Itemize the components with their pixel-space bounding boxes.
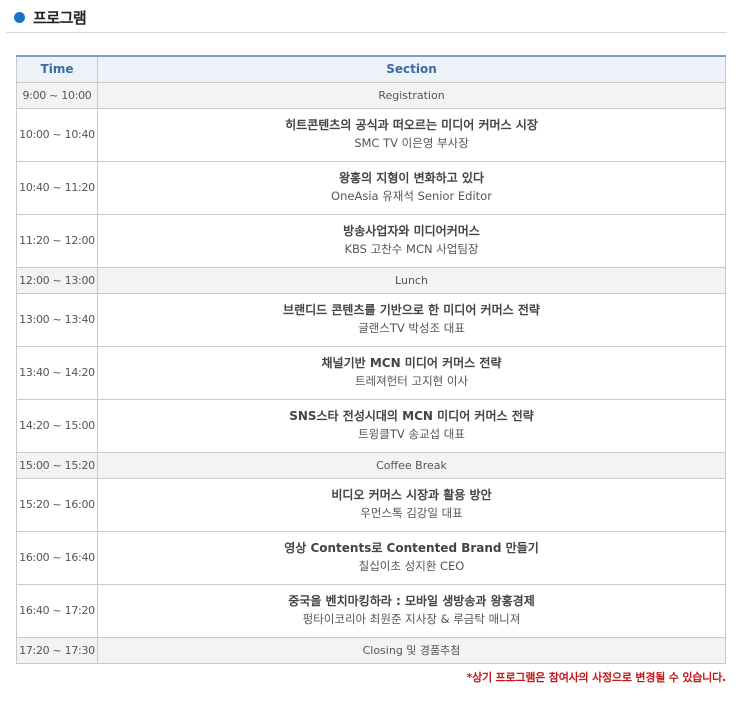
break-label: Registration (97, 81, 726, 109)
section-column-header: Section (97, 55, 726, 83)
session-title: 히트콘텐츠의 공식과 떠오르는 미디어 커머스 시장 (285, 118, 538, 132)
break-label: Coffee Break (97, 451, 726, 479)
program-body: 9:00 ~ 10:00 Registration 10:00 ~ 10:40 히트콘… (16, 81, 726, 664)
break-label: Lunch (97, 266, 726, 294)
session-cell: 히트콘텐츠의 공식과 떠오르는 미디어 커머스 시장 SMC TV 이은영 부사장 (97, 107, 726, 162)
session-title: 채널기반 MCN 미디어 커머스 전략 (321, 356, 502, 370)
session-speaker: KBS 고찬수 MCN 사업팀장 (344, 242, 479, 256)
time-cell: 10:00 ~ 10:40 (16, 107, 98, 162)
session-title: 중국을 벤치마킹하라 : 모바일 생방송과 왕홍경제 (288, 594, 535, 608)
time-column-header: Time (16, 55, 98, 83)
session-cell: 비디오 커머스 시장과 활용 방안우먼스톡 김강일 대표 (97, 477, 726, 532)
session-cell: 영상 Contents로 Contented Brand 만들기칠십이초 성지환… (97, 530, 726, 585)
page-title: 프로그램 (33, 8, 87, 27)
session-title: 왕홍의 지형이 변화하고 있다 (338, 171, 484, 185)
time-cell: 10:40 ~ 11:20 (16, 160, 98, 215)
break-row: 17:20 ~ 17:30 Closing 및 경품추첨 (16, 636, 726, 664)
session-cell: SNS스타 전성시대의 MCN 미디어 커머스 전략트윙클TV 송교섭 대표 (97, 398, 726, 453)
session-cell: 중국을 벤치마킹하라 : 모바일 생방송과 왕홍경제펑타이코리아 최원준 지사장… (97, 583, 726, 638)
session-row: 16:00 ~ 16:40 영상 Contents로 Contented Bran… (16, 530, 726, 585)
time-cell: 13:40 ~ 14:20 (16, 345, 98, 400)
session-title: 방송사업자와 미디어커머스 (343, 224, 480, 238)
session-cell: 브랜디드 콘텐츠를 기반으로 한 미디어 커머스 전략글랜스TV 박성조 대표 (97, 292, 726, 347)
time-cell: 13:00 ~ 13:40 (16, 292, 98, 347)
session-speaker: 트윙클TV 송교섭 대표 (358, 427, 465, 441)
session-speaker: 펑타이코리아 최원준 지사장 & 루금탁 매니져 (302, 612, 521, 626)
time-cell: 12:00 ~ 13:00 (16, 266, 98, 294)
time-cell: 16:00 ~ 16:40 (16, 530, 98, 585)
section-header: 프로그램 (14, 6, 87, 28)
table-header-row: Time Section (16, 55, 726, 83)
session-speaker: 우먼스톡 김강일 대표 (360, 506, 463, 520)
time-cell: 11:20 ~ 12:00 (16, 213, 98, 268)
header-divider (6, 32, 727, 33)
session-speaker: 트레져헌터 고지현 이사 (354, 374, 469, 388)
session-speaker: 칠십이초 성지환 CEO (358, 559, 465, 573)
session-title: 브랜디드 콘텐츠를 기반으로 한 미디어 커머스 전략 (283, 303, 540, 317)
session-row: 13:00 ~ 13:40 브랜디드 콘텐츠를 기반으로 한 미디어 커머스 전략… (16, 292, 726, 347)
program-table: Time Section 9:00 ~ 10:00 Registration 10:… (16, 55, 726, 664)
bullet-icon (14, 11, 25, 23)
time-cell: 14:20 ~ 15:00 (16, 398, 98, 453)
session-row: 15:20 ~ 16:00 비디오 커머스 시장과 활용 방안 우먼스톡 김강일 대… (16, 477, 726, 532)
session-speaker: OneAsia 유재석 Senior Editor (331, 189, 492, 203)
break-label: Closing 및 경품추첨 (97, 636, 726, 664)
session-row: 13:40 ~ 14:20 채널기반 MCN 미디어 커머스 전략 트레져헌터 고지… (16, 345, 726, 400)
session-title: 영상 Contents로 Contented Brand 만들기 (284, 541, 539, 555)
session-title: SNS스타 전성시대의 MCN 미디어 커머스 전략 (289, 409, 534, 423)
session-row: 16:40 ~ 17:20 중국을 벤치마킹하라 : 모바일 생방송과 왕홍경제 펑… (16, 583, 726, 638)
break-row: 15:00 ~ 15:20 Coffee Break (16, 451, 726, 479)
session-speaker: SMC TV 이은영 부사장 (354, 136, 469, 150)
time-cell: 9:00 ~ 10:00 (16, 81, 98, 109)
break-row: 12:00 ~ 13:00 Lunch (16, 266, 726, 294)
session-speaker: 글랜스TV 박성조 대표 (358, 321, 465, 335)
time-cell: 15:00 ~ 15:20 (16, 451, 98, 479)
time-cell: 17:20 ~ 17:30 (16, 636, 98, 664)
session-row: 14:20 ~ 15:00 SNS스타 전성시대의 MCN 미디어 커머스 전략 트… (16, 398, 726, 453)
session-row: 11:20 ~ 12:00 방송사업자와 미디어커머스 KBS 고찬수 MCN 사업… (16, 213, 726, 268)
session-cell: 채널기반 MCN 미디어 커머스 전략트레져헌터 고지현 이사 (97, 345, 726, 400)
session-cell: 왕홍의 지형이 변화하고 있다 OneAsia 유재석 Senior Editor (97, 160, 726, 215)
time-cell: 16:40 ~ 17:20 (16, 583, 98, 638)
session-cell: 방송사업자와 미디어커머스 KBS 고찬수 MCN 사업팀장 (97, 213, 726, 268)
footer-note: *상기 프로그램은 참여사의 사정으로 변경될 수 있습니다. (466, 671, 727, 684)
break-row: 9:00 ~ 10:00 Registration (16, 81, 726, 109)
time-cell: 15:20 ~ 16:00 (16, 477, 98, 532)
session-row: 10:40 ~ 11:20 왕홍의 지형이 변화하고 있다 OneAsia 유재석 … (16, 160, 726, 215)
session-row: 10:00 ~ 10:40 히트콘텐츠의 공식과 떠오르는 미디어 커머스 시장 S… (16, 107, 726, 162)
session-title: 비디오 커머스 시장과 활용 방안 (331, 488, 492, 502)
